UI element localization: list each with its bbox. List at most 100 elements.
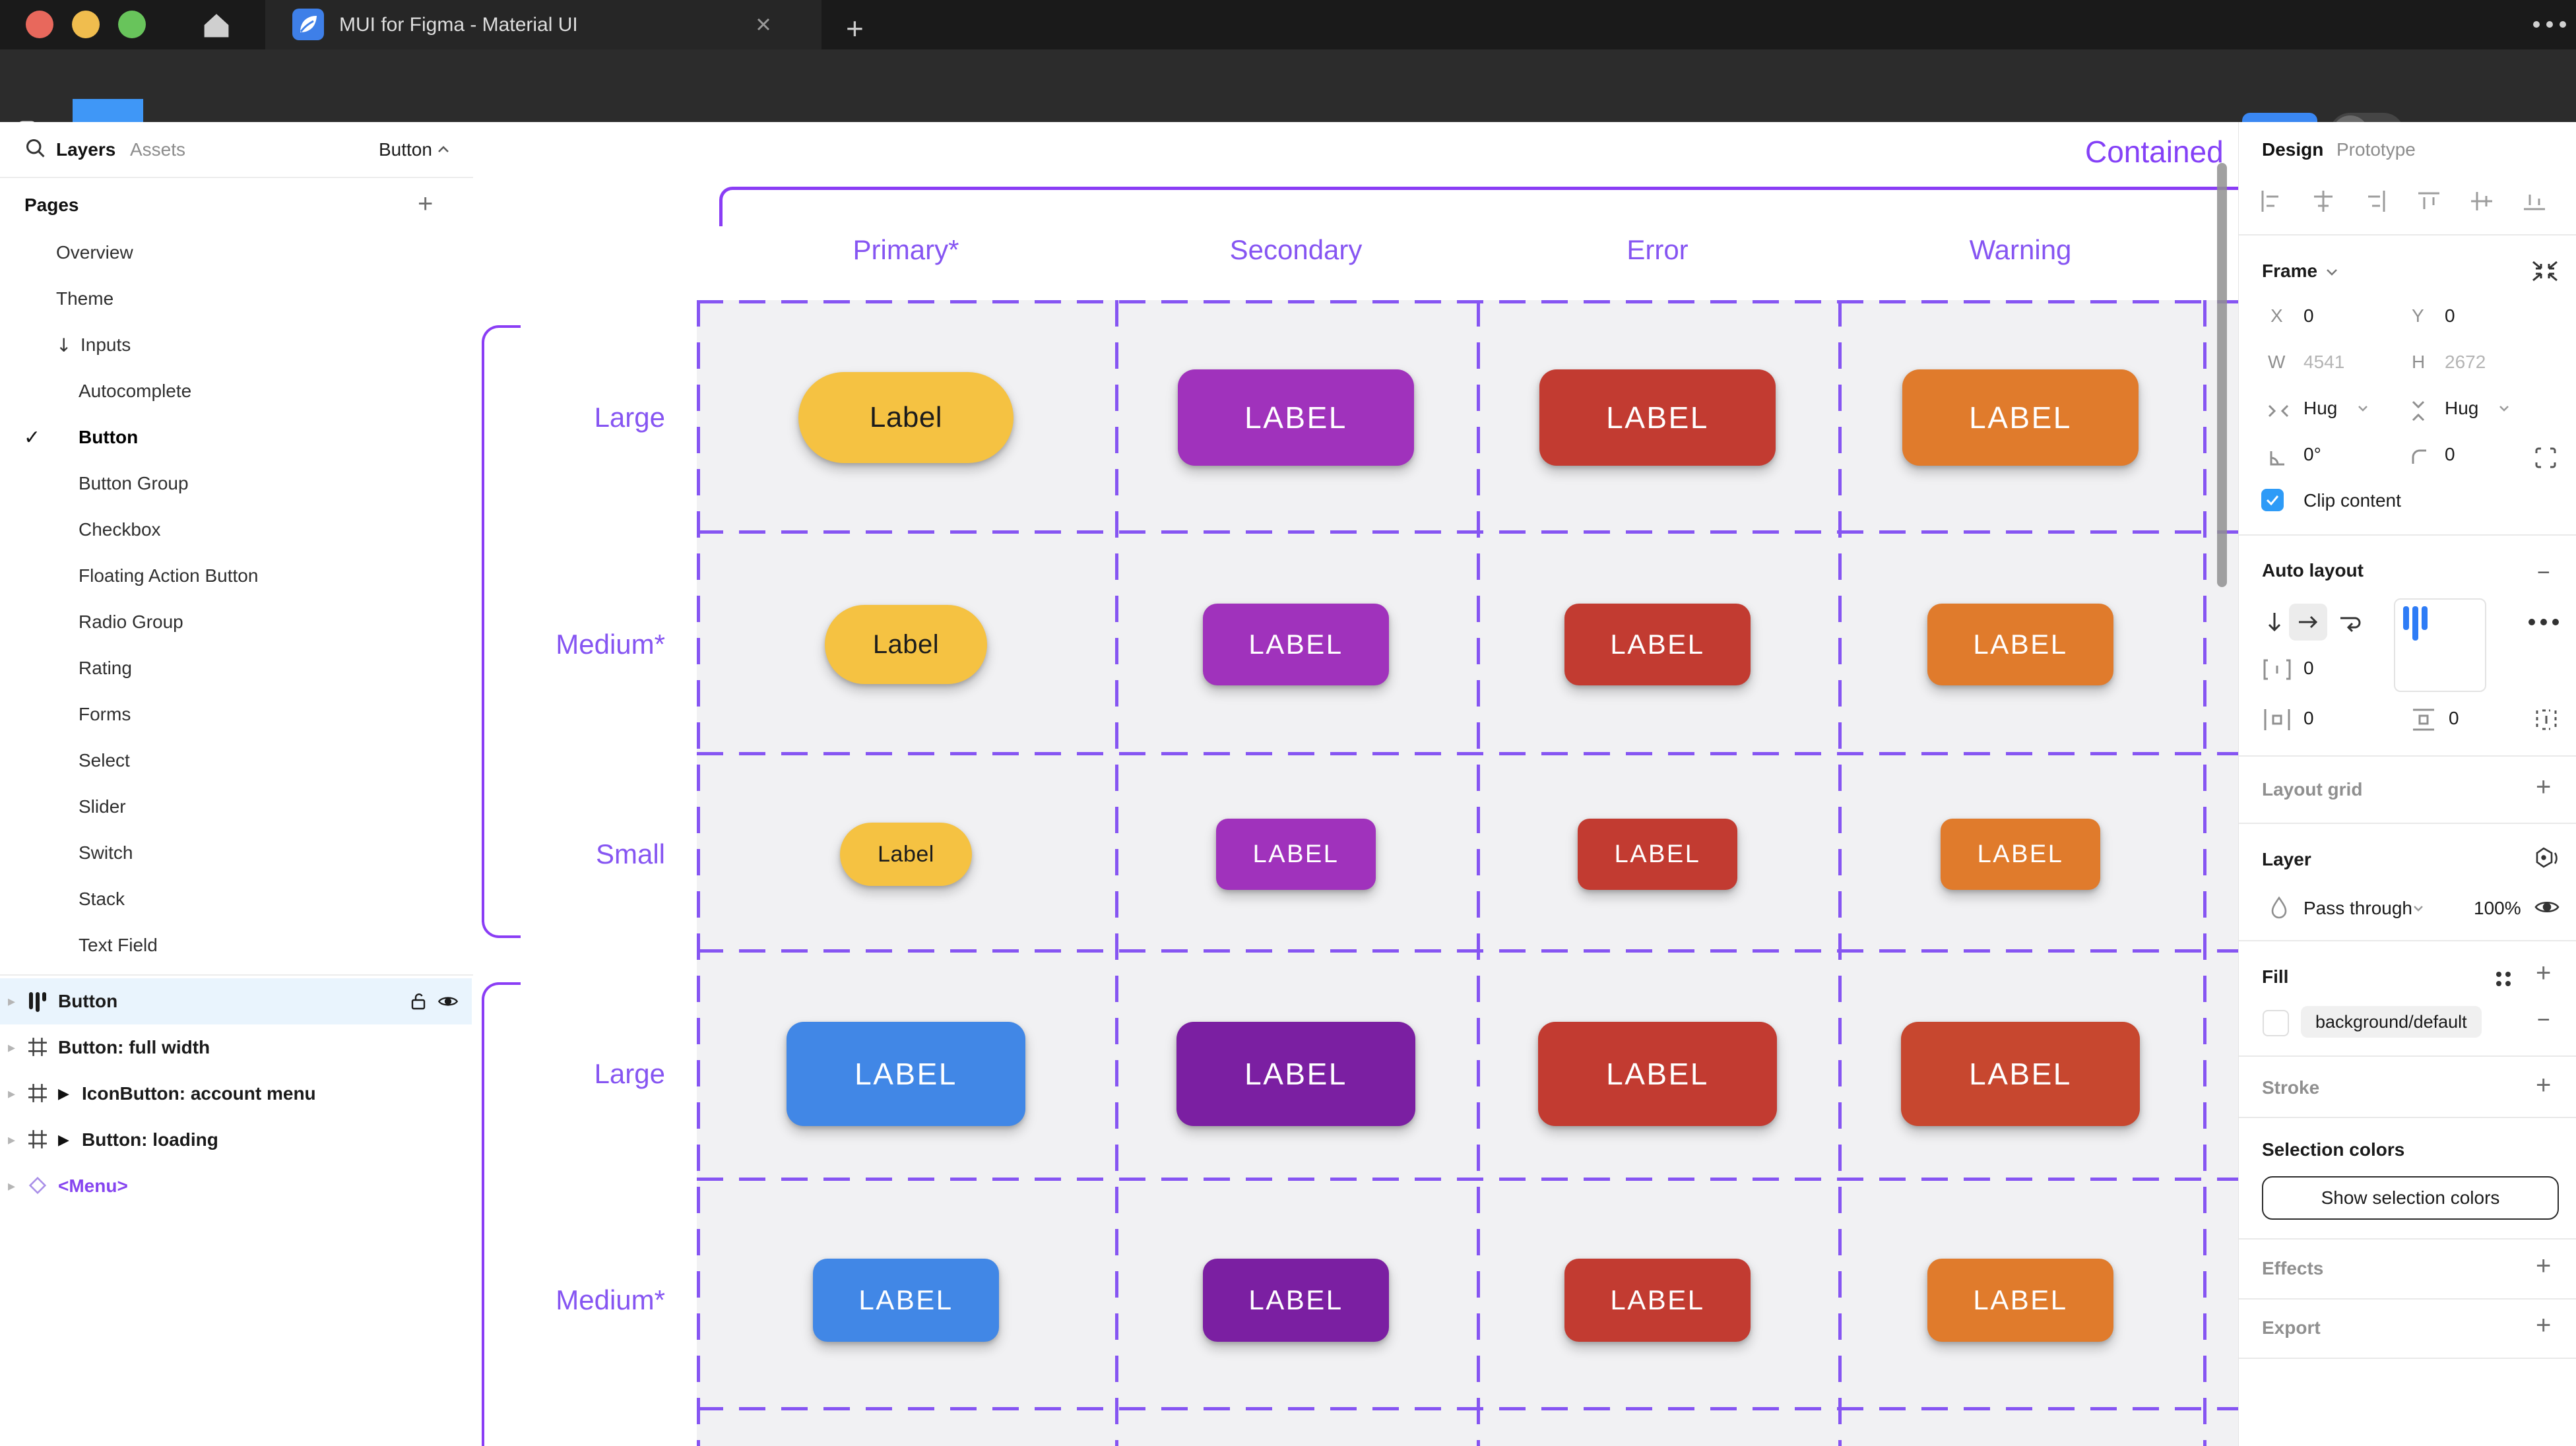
canvas-button-yellow-r0[interactable]: Label: [798, 372, 1014, 463]
align-vertical-center-icon[interactable]: [2468, 188, 2495, 214]
component-filter-dropdown[interactable]: Button: [379, 139, 432, 160]
search-icon[interactable]: [24, 137, 48, 160]
canvas-button-red-r0[interactable]: LABEL: [1539, 369, 1776, 466]
fill-color-swatch[interactable]: [2263, 1010, 2289, 1036]
canvas-button-purple_dark-r4[interactable]: LABEL: [1203, 1259, 1389, 1342]
canvas[interactable]: Contained Primary*SecondaryErrorWarning …: [473, 122, 2238, 1446]
auto-layout-direction-vertical-icon[interactable]: [2263, 609, 2286, 635]
expand-chevron-icon[interactable]: ▸: [8, 1178, 15, 1195]
corner-radius-value[interactable]: 0: [2445, 444, 2455, 465]
canvas-button-red-r2[interactable]: LABEL: [1578, 819, 1737, 890]
tab-design[interactable]: Design: [2262, 139, 2323, 160]
add-page-button[interactable]: +: [418, 189, 433, 219]
blend-mode-icon[interactable]: [2533, 845, 2561, 873]
canvas-button-blue-r4[interactable]: LABEL: [813, 1259, 999, 1342]
page-item-autocomplete[interactable]: Autocomplete: [0, 368, 462, 414]
add-effect-button[interactable]: +: [2536, 1251, 2551, 1281]
align-right-icon[interactable]: [2363, 188, 2389, 214]
window-more-icon[interactable]: [2531, 20, 2571, 29]
auto-layout-alignment-box[interactable]: [2394, 598, 2486, 692]
section-title[interactable]: Contained: [2085, 134, 2238, 170]
component-play-icon[interactable]: ▶: [58, 1131, 69, 1148]
canvas-button-red-r1[interactable]: LABEL: [1564, 604, 1751, 685]
page-item-rating[interactable]: Rating: [0, 645, 462, 691]
component-play-icon[interactable]: ▶: [58, 1085, 69, 1102]
page-item-button-group[interactable]: Button Group: [0, 460, 462, 507]
eye-icon[interactable]: [437, 993, 459, 1010]
canvas-button-red-r4[interactable]: LABEL: [1564, 1259, 1751, 1342]
align-top-icon[interactable]: [2416, 188, 2442, 214]
layer-row-iconbutton-account-menu[interactable]: ▸▶IconButton: account menu: [0, 1071, 472, 1117]
auto-layout-wrap-icon[interactable]: [2336, 610, 2363, 634]
auto-layout-more-icon[interactable]: [2527, 618, 2561, 626]
y-value[interactable]: 0: [2445, 305, 2455, 327]
expand-chevron-icon[interactable]: ▸: [8, 993, 15, 1010]
page-item-radio-group[interactable]: Radio Group: [0, 599, 462, 645]
tab-layers[interactable]: Layers: [56, 139, 115, 160]
canvas-button-purple-r0[interactable]: LABEL: [1178, 369, 1414, 466]
canvas-button-orange-r1[interactable]: LABEL: [1927, 604, 2113, 685]
show-selection-colors-button[interactable]: Show selection colors: [2262, 1176, 2559, 1220]
rotation-value[interactable]: 0°: [2303, 444, 2321, 465]
page-item-forms[interactable]: Forms: [0, 691, 462, 738]
page-item-stack[interactable]: Stack: [0, 876, 462, 922]
canvas-button-purple-r1[interactable]: LABEL: [1203, 604, 1389, 685]
expand-chevron-icon[interactable]: ▸: [8, 1131, 15, 1148]
canvas-button-purple_dark-r3[interactable]: LABEL: [1176, 1022, 1415, 1126]
window-zoom-button[interactable]: [118, 11, 146, 38]
independent-corners-icon[interactable]: [2533, 445, 2558, 470]
clip-content-checkbox[interactable]: [2261, 489, 2284, 511]
horizontal-padding-value[interactable]: 0: [2303, 708, 2314, 729]
expand-chevron-icon[interactable]: ▸: [8, 1085, 15, 1102]
layer-row-button-loading[interactable]: ▸▶Button: loading: [0, 1117, 472, 1163]
fill-style-chip[interactable]: background/default: [2301, 1006, 2482, 1038]
blend-mode-value[interactable]: Pass through: [2303, 898, 2412, 919]
opacity-value[interactable]: 100%: [2474, 898, 2521, 919]
align-left-icon[interactable]: [2257, 188, 2284, 214]
add-stroke-button[interactable]: +: [2536, 1071, 2551, 1100]
tab-close-icon[interactable]: [754, 15, 773, 34]
x-value[interactable]: 0: [2303, 305, 2314, 327]
chevron-up-icon[interactable]: [435, 144, 451, 156]
page-item-theme[interactable]: Theme: [0, 276, 462, 322]
layer-visibility-eye-icon[interactable]: [2533, 896, 2561, 918]
canvas-button-yellow-r1[interactable]: Label: [825, 605, 987, 684]
unlock-icon[interactable]: [410, 991, 428, 1011]
expand-chevron-icon[interactable]: ▸: [8, 1039, 15, 1056]
document-tab[interactable]: MUI for Figma - Material UI: [265, 0, 821, 49]
canvas-button-orange-r4[interactable]: LABEL: [1927, 1259, 2113, 1342]
window-minimize-button[interactable]: [72, 11, 100, 38]
frame-section-title[interactable]: Frame: [2262, 261, 2317, 282]
add-fill-button[interactable]: +: [2536, 959, 2551, 988]
gap-value[interactable]: 0: [2303, 658, 2314, 679]
height-value[interactable]: 2672: [2445, 352, 2486, 373]
layer-row-button-full-width[interactable]: ▸Button: full width: [0, 1024, 472, 1071]
align-horizontal-center-icon[interactable]: [2310, 188, 2336, 214]
tab-prototype[interactable]: Prototype: [2336, 139, 2416, 160]
canvas-scrollbar[interactable]: [2217, 163, 2227, 587]
page-item-switch[interactable]: Switch: [0, 830, 462, 876]
vertical-padding-value[interactable]: 0: [2449, 708, 2459, 729]
canvas-button-blue-r3[interactable]: LABEL: [787, 1022, 1025, 1126]
chevron-down-icon[interactable]: [2412, 904, 2425, 914]
width-value[interactable]: 4541: [2303, 352, 2344, 373]
auto-layout-direction-horizontal-selected[interactable]: [2289, 604, 2327, 641]
page-item-inputs[interactable]: ↓Inputs: [0, 322, 462, 368]
canvas-button-orange-r2[interactable]: LABEL: [1941, 819, 2100, 890]
expand-arrow-icon[interactable]: ↓: [56, 334, 71, 356]
independent-padding-icon[interactable]: [2533, 707, 2560, 733]
chevron-down-icon[interactable]: [2356, 404, 2369, 414]
hug-horizontal-value[interactable]: Hug: [2303, 398, 2337, 419]
chevron-down-icon[interactable]: [2325, 267, 2339, 278]
canvas-button-orange-r0[interactable]: LABEL: [1902, 369, 2139, 466]
window-close-button[interactable]: [26, 11, 53, 38]
fill-styles-icon[interactable]: [2494, 969, 2513, 989]
remove-fill-button[interactable]: −: [2537, 1007, 2550, 1033]
page-item-checkbox[interactable]: Checkbox: [0, 507, 462, 553]
canvas-button-red-r3[interactable]: LABEL: [1538, 1022, 1777, 1126]
hug-vertical-value[interactable]: Hug: [2445, 398, 2478, 419]
add-layout-grid-button[interactable]: +: [2536, 772, 2551, 802]
chevron-down-icon[interactable]: [2497, 404, 2511, 414]
tab-assets[interactable]: Assets: [130, 139, 185, 160]
remove-auto-layout-button[interactable]: −: [2537, 560, 2550, 586]
